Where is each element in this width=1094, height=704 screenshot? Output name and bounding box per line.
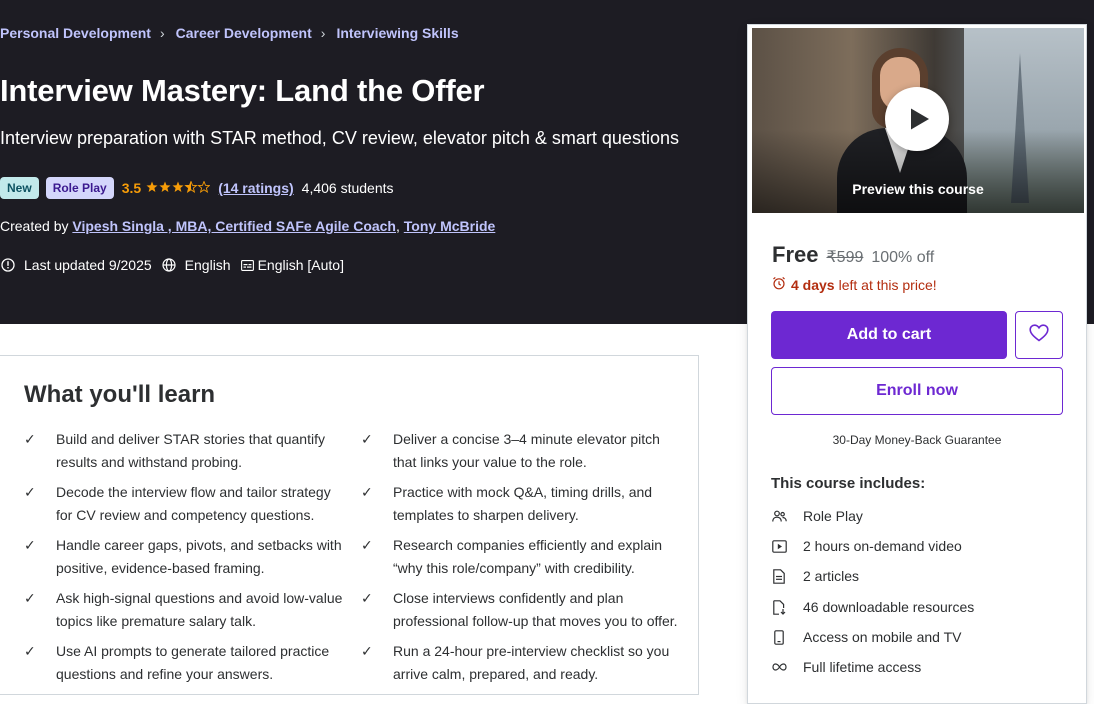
- check-icon: ✓: [24, 590, 36, 606]
- timer-days: 4 days: [791, 276, 835, 293]
- students-count: 4,406 students: [301, 180, 394, 196]
- learn-item-text: Practice with mock Q&A, timing drills, a…: [393, 484, 653, 523]
- includes-item: 2 hours on-demand video: [771, 538, 962, 554]
- check-icon: ✓: [361, 590, 373, 606]
- breadcrumb: Personal Development › Career Developmen…: [0, 25, 459, 41]
- check-icon: ✓: [361, 484, 373, 500]
- rating-stars-icon: [146, 179, 211, 196]
- course-subtitle: Interview preparation with STAR method, …: [0, 128, 679, 148]
- role-play-badge: Role Play: [45, 177, 114, 199]
- rating-value: 3.5: [121, 180, 142, 196]
- check-icon: ✓: [361, 537, 373, 553]
- purchase-card: Preview this course Free ₹599 100% off 4…: [747, 24, 1087, 704]
- role-play-icon: [771, 508, 787, 524]
- captions-text: English [Auto]: [257, 257, 344, 273]
- globe-icon: [161, 257, 177, 273]
- includes-item-label: 2 hours on-demand video: [803, 538, 962, 554]
- original-price: ₹599: [826, 249, 864, 266]
- learn-item: ✓ Ask high-signal questions and avoid lo…: [24, 587, 346, 632]
- breadcrumb-item-interviewing-skills[interactable]: Interviewing Skills: [336, 25, 458, 41]
- learn-item: ✓ Use AI prompts to generate tailored pr…: [24, 640, 346, 685]
- alarm-clock-icon: [772, 276, 786, 293]
- breadcrumb-item-career-development[interactable]: Career Development: [176, 25, 312, 41]
- alert-icon: [0, 257, 16, 273]
- discount-timer: 4 days left at this price!: [772, 276, 937, 293]
- language: English: [161, 257, 231, 273]
- last-updated-text: Last updated 9/2025: [24, 257, 152, 273]
- video-icon: [771, 538, 787, 554]
- learn-item: ✓ Run a 24-hour pre-interview checklist …: [361, 640, 683, 685]
- check-icon: ✓: [24, 484, 36, 500]
- includes-item-label: 2 articles: [803, 568, 860, 584]
- learn-item: ✓ Build and deliver STAR stories that qu…: [24, 428, 346, 473]
- learn-item-text: Research companies efficiently and expla…: [393, 537, 663, 576]
- discount-percent: 100% off: [871, 249, 935, 266]
- mobile-icon: [771, 629, 787, 645]
- includes-item: Full lifetime access: [771, 659, 921, 675]
- instructor-link-1[interactable]: Vipesh Singla , MBA, Certified SAFe Agil…: [72, 218, 396, 234]
- includes-item-label: Role Play: [803, 508, 863, 524]
- infinity-icon: [771, 659, 787, 675]
- chevron-right-icon: ›: [320, 25, 326, 41]
- learn-item: ✓ Deliver a concise 3–4 minute elevator …: [361, 428, 683, 473]
- includes-item: 46 downloadable resources: [771, 599, 974, 615]
- includes-item: Access on mobile and TV: [771, 629, 962, 645]
- learn-item-text: Build and deliver STAR stories that quan…: [56, 431, 325, 470]
- learn-item-text: Use AI prompts to generate tailored prac…: [56, 643, 330, 682]
- price-row: Free ₹599 100% off: [772, 242, 934, 268]
- includes-item: 2 articles: [771, 568, 859, 584]
- check-icon: ✓: [24, 537, 36, 553]
- download-icon: [771, 599, 787, 615]
- learn-item: ✓ Decode the interview flow and tailor s…: [24, 481, 346, 526]
- check-icon: ✓: [24, 643, 36, 659]
- play-icon[interactable]: [885, 87, 949, 151]
- enroll-now-button[interactable]: Enroll now: [771, 367, 1063, 415]
- learn-item-text: Decode the interview flow and tailor str…: [56, 484, 331, 523]
- instructor-separator: ,: [396, 218, 400, 234]
- includes-item: Role Play: [771, 508, 863, 524]
- ratings-count-link[interactable]: (14 ratings): [218, 180, 293, 196]
- course-meta: New Role Play 3.5 (14 ratings) 4,406 stu…: [0, 177, 394, 199]
- learn-item-text: Ask high-signal questions and avoid low-…: [56, 590, 343, 629]
- current-price: Free: [772, 242, 819, 267]
- includes-title: This course includes:: [771, 475, 926, 492]
- check-icon: ✓: [361, 643, 373, 659]
- learn-item: ✓ Practice with mock Q&A, timing drills,…: [361, 481, 683, 526]
- captions: English [Auto]: [240, 257, 344, 273]
- add-to-cart-button[interactable]: Add to cart: [771, 311, 1007, 359]
- instructor-link-2[interactable]: Tony McBride: [404, 218, 496, 234]
- course-title: Interview Mastery: Land the Offer: [0, 73, 485, 108]
- learn-item: ✓ Handle career gaps, pivots, and setbac…: [24, 534, 346, 579]
- chevron-right-icon: ›: [159, 25, 165, 41]
- check-icon: ✓: [24, 431, 36, 447]
- learn-item: ✓ Research companies efficiently and exp…: [361, 534, 683, 579]
- money-back-guarantee: 30-Day Money-Back Guarantee: [832, 433, 1002, 447]
- language-text: English: [184, 257, 231, 273]
- new-badge: New: [0, 177, 39, 199]
- article-icon: [771, 568, 787, 584]
- learn-item-text: Run a 24-hour pre-interview checklist so…: [393, 643, 670, 682]
- created-by-label: Created by: [0, 218, 69, 234]
- learn-item-text: Close interviews confidently and plan pr…: [393, 590, 678, 629]
- last-updated: Last updated 9/2025: [0, 257, 152, 273]
- wishlist-button[interactable]: [1015, 311, 1063, 359]
- includes-item-label: Full lifetime access: [803, 659, 922, 675]
- created-by: Created by Vipesh Singla , MBA, Certifie…: [0, 218, 495, 234]
- course-preview-video[interactable]: Preview this course: [752, 28, 1084, 213]
- section-title: What you'll learn: [24, 381, 216, 408]
- heart-icon: [1029, 323, 1049, 347]
- learn-item: ✓ Close interviews confidently and plan …: [361, 587, 683, 632]
- course-info-row: Last updated 9/2025 English English [Aut…: [0, 257, 353, 273]
- timer-suffix: left at this price!: [838, 276, 937, 293]
- what-youll-learn-section: What you'll learn ✓ Build and deliver ST…: [0, 355, 699, 695]
- includes-item-label: 46 downloadable resources: [803, 599, 975, 615]
- captions-icon: [240, 257, 256, 273]
- preview-label: Preview this course: [852, 181, 984, 197]
- learn-item-text: Handle career gaps, pivots, and setbacks…: [56, 537, 342, 576]
- check-icon: ✓: [361, 431, 373, 447]
- learn-item-text: Deliver a concise 3–4 minute elevator pi…: [393, 431, 660, 470]
- breadcrumb-item-personal-development[interactable]: Personal Development: [0, 25, 151, 41]
- includes-item-label: Access on mobile and TV: [803, 629, 962, 645]
